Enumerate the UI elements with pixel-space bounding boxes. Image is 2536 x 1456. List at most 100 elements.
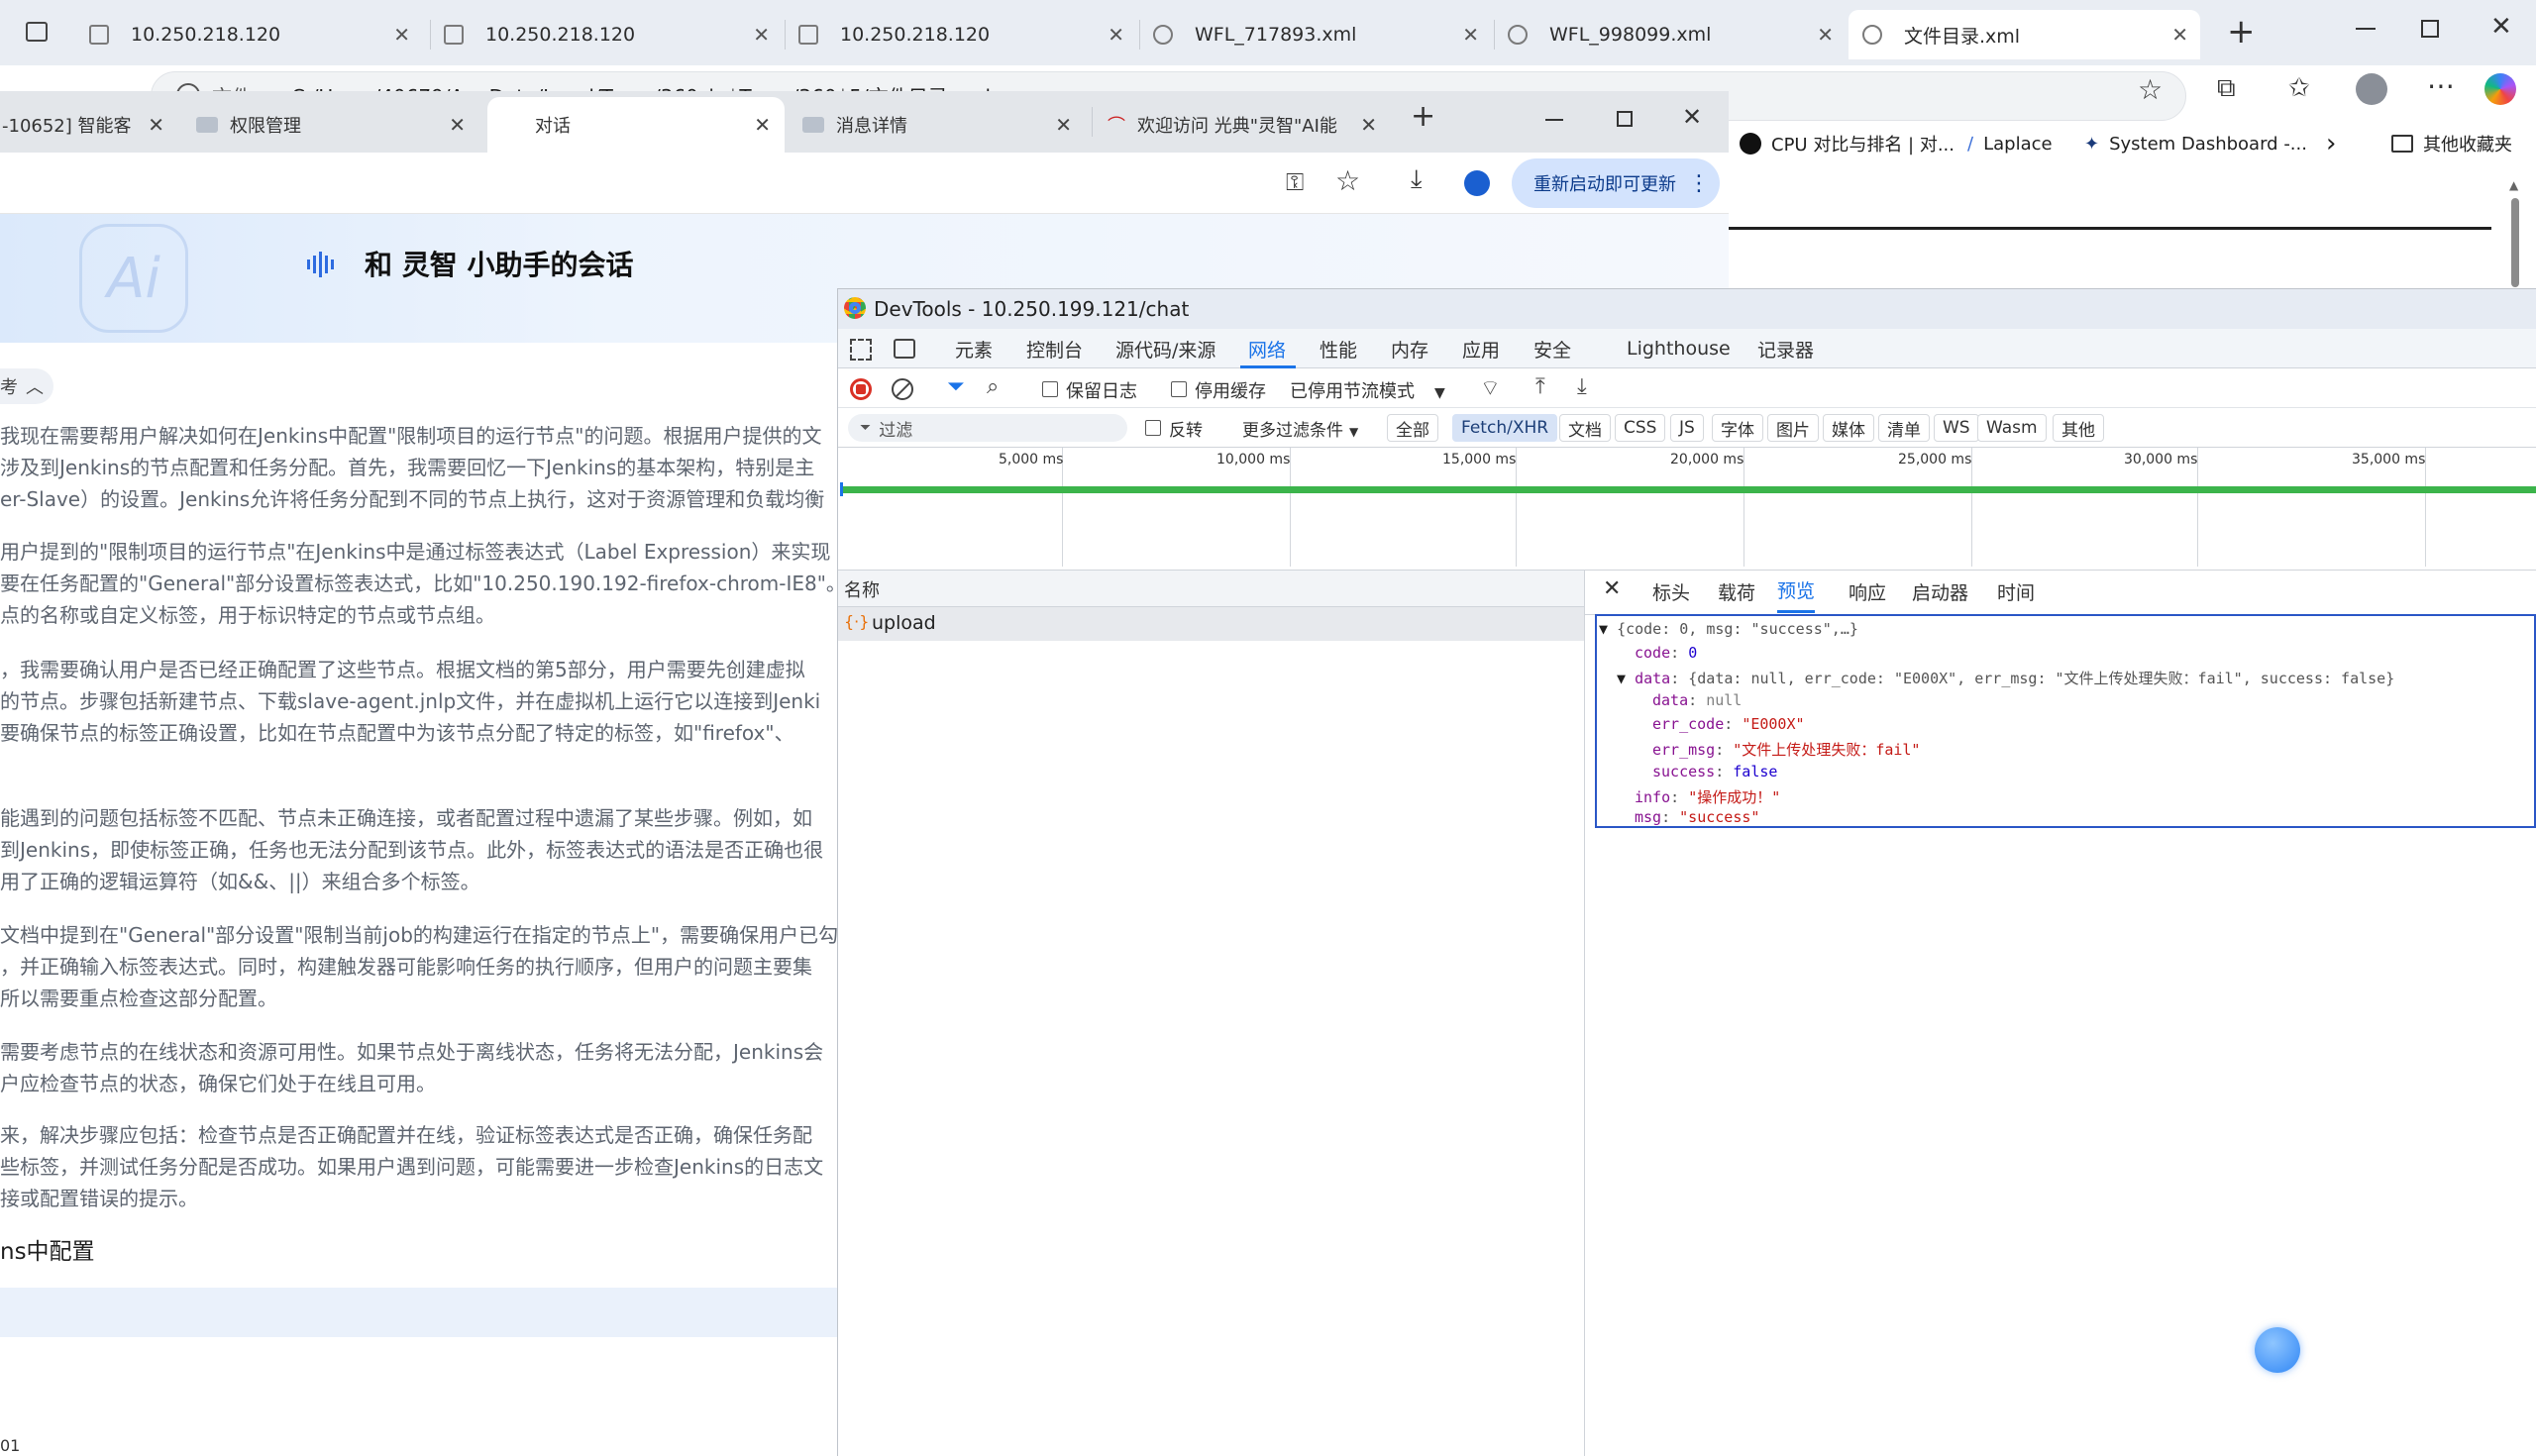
upload-icon[interactable]: ⤒: [1535, 374, 1545, 399]
detail-tab-headers[interactable]: 标头: [1652, 570, 1690, 613]
filter-chip-fetch-xhr[interactable]: Fetch/XHR: [1452, 414, 1558, 442]
filter-chip-font[interactable]: 字体: [1712, 414, 1763, 442]
filter-chip-img[interactable]: 图片: [1767, 414, 1819, 442]
browser2-tab-4[interactable]: 消息详情 ✕: [789, 97, 1086, 153]
bookmark-cpu[interactable]: CPU 对比与排名 | 对...: [1740, 127, 1955, 160]
record-button[interactable]: [850, 378, 872, 400]
key-icon[interactable]: ⚿: [1286, 168, 1304, 196]
close-window-button[interactable]: ✕: [1682, 103, 1702, 131]
tab-console[interactable]: 控制台: [1026, 329, 1083, 368]
download-icon[interactable]: ⤓: [1411, 164, 1423, 195]
close-icon[interactable]: ✕: [148, 113, 164, 137]
browser1-tab-6[interactable]: 文件目录.xml ✕: [1849, 10, 2200, 59]
close-icon[interactable]: ✕: [754, 113, 771, 137]
invert-checkbox[interactable]: [1145, 420, 1161, 436]
detail-tab-payload[interactable]: 载荷: [1718, 570, 1755, 613]
star-icon[interactable]: ☆: [1335, 164, 1360, 197]
json-data-row[interactable]: ▼ data: {data: null, err_code: "E000X", …: [1617, 668, 2394, 688]
filter-chip-media[interactable]: 媒体: [1823, 414, 1874, 442]
close-icon[interactable]: ✕: [393, 23, 410, 47]
browser1-tab-1[interactable]: 10.250.218.120 ✕: [75, 10, 422, 59]
filter-chip-all[interactable]: 全部: [1387, 414, 1438, 442]
close-icon[interactable]: ✕: [449, 113, 466, 137]
filter-chip-manifest[interactable]: 清单: [1878, 414, 1930, 442]
tab-network[interactable]: 网络: [1248, 329, 1286, 368]
other-bookmarks[interactable]: 其他收藏夹: [2391, 127, 2512, 160]
network-conditions-icon[interactable]: ⌔: [1480, 374, 1501, 402]
close-detail-icon[interactable]: ✕: [1603, 576, 1621, 601]
name-column-header[interactable]: 名称: [844, 576, 880, 602]
maximize-button[interactable]: [2421, 20, 2439, 38]
tab-security[interactable]: 安全: [1533, 329, 1571, 368]
minimize-button[interactable]: [2356, 28, 2376, 30]
filter-input[interactable]: ⏷ 过滤: [848, 414, 1127, 442]
json-root-row[interactable]: ▼ {code: 0, msg: "success",…}: [1599, 620, 1858, 638]
filter-chip-doc[interactable]: 文档: [1559, 414, 1611, 442]
browser2-tab-5[interactable]: ⌒ 欢迎访问 光典"灵智"AI能 ✕: [1094, 97, 1391, 153]
scrollbar-thumb[interactable]: [2511, 198, 2519, 287]
device-toolbar-icon[interactable]: [894, 339, 915, 359]
filter-icon[interactable]: ⏷: [947, 374, 965, 399]
inspect-icon[interactable]: [850, 339, 872, 361]
browser1-tab-3[interactable]: 10.250.218.120 ✕: [785, 10, 1136, 59]
minimize-button[interactable]: [1545, 119, 1563, 121]
filter-chip-css[interactable]: CSS: [1615, 414, 1666, 442]
preserve-log-checkbox[interactable]: [1042, 381, 1058, 397]
detail-tab-initiator[interactable]: 启动器: [1912, 570, 1968, 613]
filter-chip-js[interactable]: JS: [1670, 414, 1704, 442]
detail-tab-timing[interactable]: 时间: [1997, 570, 2035, 613]
download-har-icon[interactable]: ⤓: [1577, 374, 1587, 399]
kebab-menu-icon[interactable]: ⋮: [1688, 171, 1710, 196]
browser2-tab-3[interactable]: 对话 ✕: [487, 97, 785, 153]
more-filters-dropdown[interactable]: 更多过滤条件 ▼: [1242, 416, 1358, 441]
bookmark-system-dashboard[interactable]: ✦ System Dashboard -...: [2084, 127, 2307, 160]
tab-application[interactable]: 应用: [1462, 329, 1500, 368]
throttling-select[interactable]: 已停用节流模式 ▼: [1290, 377, 1445, 403]
clear-icon[interactable]: [892, 378, 913, 400]
detail-tab-response[interactable]: 响应: [1849, 570, 1886, 613]
tab-lighthouse[interactable]: Lighthouse: [1627, 329, 1731, 368]
browser1-tab-5[interactable]: WFL_998099.xml ✕: [1494, 10, 1846, 59]
new-tab-button[interactable]: +: [2227, 12, 2256, 52]
bookmarks-overflow-icon[interactable]: ›: [2326, 127, 2336, 160]
close-icon[interactable]: ✕: [1360, 113, 1377, 137]
restart-update-button[interactable]: 重新启动即可更新 ⋮: [1512, 158, 1720, 208]
tab-performance[interactable]: 性能: [1320, 329, 1357, 368]
favorites-icon[interactable]: ✩: [2288, 73, 2310, 103]
scroll-up-icon[interactable]: ▲: [2509, 178, 2518, 192]
search-icon[interactable]: ⌕: [987, 374, 999, 399]
tab-actions-icon[interactable]: [26, 22, 48, 42]
detail-tab-preview[interactable]: 预览: [1777, 570, 1816, 613]
star-icon[interactable]: ☆: [2138, 73, 2163, 106]
tab-elements[interactable]: 元素: [955, 329, 993, 368]
filter-chip-wasm[interactable]: Wasm: [1977, 414, 2047, 442]
request-name[interactable]: upload: [872, 612, 936, 634]
more-icon[interactable]: ⋯: [2427, 69, 2455, 102]
tab-sources[interactable]: 源代码/来源: [1115, 329, 1215, 368]
expand-triangle-icon[interactable]: ▼: [1599, 620, 1617, 638]
profile-avatar[interactable]: [2356, 73, 2387, 105]
browser2-tab-1[interactable]: -10652] 智能客 ✕: [0, 97, 178, 153]
new-tab-button[interactable]: +: [1411, 99, 1435, 134]
maximize-button[interactable]: [1617, 111, 1633, 127]
expand-triangle-icon[interactable]: ▼: [1617, 670, 1635, 687]
bookmark-laplace[interactable]: ∕ Laplace: [1967, 127, 2053, 160]
extensions-icon[interactable]: ⧉: [2217, 73, 2236, 104]
floating-assistant-button[interactable]: [2255, 1327, 2300, 1373]
tab-recorder[interactable]: 记录器: [1757, 329, 1814, 368]
disable-cache-checkbox[interactable]: [1171, 381, 1187, 397]
filter-chip-other[interactable]: 其他: [2053, 414, 2104, 442]
close-icon[interactable]: ✕: [1817, 23, 1834, 47]
browser1-tab-4[interactable]: WFL_717893.xml ✕: [1139, 10, 1491, 59]
request-row[interactable]: [838, 607, 1584, 641]
browser2-tab-2[interactable]: 权限管理 ✕: [182, 97, 479, 153]
close-icon[interactable]: ✕: [1108, 23, 1124, 47]
close-window-button[interactable]: ✕: [2490, 12, 2512, 42]
close-icon[interactable]: ✕: [1055, 113, 1072, 137]
profile-icon[interactable]: [1464, 170, 1490, 196]
close-icon[interactable]: ✕: [753, 23, 770, 47]
close-icon[interactable]: ✕: [1462, 23, 1479, 47]
browser1-tab-2[interactable]: 10.250.218.120 ✕: [430, 10, 782, 59]
tab-memory[interactable]: 内存: [1391, 329, 1428, 368]
copilot-icon[interactable]: [2484, 73, 2516, 105]
